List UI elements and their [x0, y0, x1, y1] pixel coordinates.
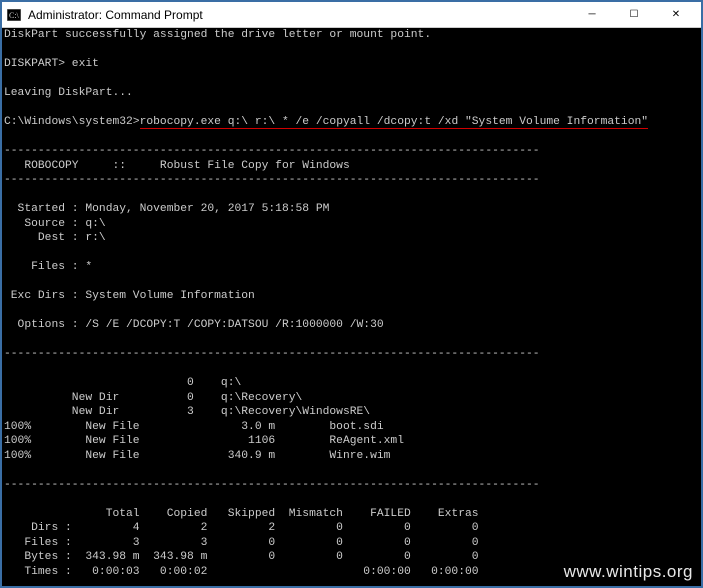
stats-header: Total Copied Skipped Mismatch FAILED Ext…	[4, 508, 479, 520]
dash-line: ----------------------------------------…	[4, 174, 540, 186]
robocopy-header: ROBOCOPY :: Robust File Copy for Windows	[4, 160, 553, 172]
window-controls: ─ ☐ ✕	[571, 3, 697, 27]
maximize-button[interactable]: ☐	[613, 3, 655, 27]
output-line: New Dir 0 q:\Recovery\	[4, 392, 302, 404]
output-line: Dest : r:\	[4, 232, 106, 244]
output-line: New Dir 3 q:\Recovery\WindowsRE\	[4, 406, 370, 418]
cmd-icon: C:\	[6, 7, 22, 23]
output-line: 100% New File 3.0 m boot.sdi	[4, 421, 384, 433]
output-line: 0 q:\	[4, 377, 241, 389]
close-button[interactable]: ✕	[655, 3, 697, 27]
terminal-output[interactable]: DiskPart successfully assigned the drive…	[2, 28, 701, 586]
output-line: Leaving DiskPart...	[4, 87, 133, 99]
output-line: Options : /S /E /DCOPY:T /COPY:DATSOU /R…	[4, 319, 390, 331]
minimize-button[interactable]: ─	[571, 3, 613, 27]
output-line: DISKPART> exit	[4, 58, 99, 70]
command-prompt-window: C:\ Administrator: Command Prompt ─ ☐ ✕ …	[0, 0, 703, 588]
dash-line: ----------------------------------------…	[4, 348, 540, 360]
window-title: Administrator: Command Prompt	[28, 8, 571, 22]
stats-files: Files : 3 3 0 0 0 0	[4, 537, 479, 549]
stats-times: Times : 0:00:03 0:00:02 0:00:00 0:00:00	[4, 566, 479, 578]
output-line: Started : Monday, November 20, 2017 5:18…	[4, 203, 329, 215]
stats-bytes: Bytes : 343.98 m 343.98 m 0 0 0 0	[4, 551, 479, 563]
dash-line: ----------------------------------------…	[4, 145, 540, 157]
output-line: Files : *	[4, 261, 92, 273]
output-line: Exc Dirs : System Volume Information	[4, 290, 255, 302]
robocopy-command: robocopy.exe q:\ r:\ * /e /copyall /dcop…	[140, 116, 648, 129]
svg-text:C:\: C:\	[9, 11, 20, 20]
watermark-text: www.wintips.org	[564, 562, 693, 582]
output-line: DiskPart successfully assigned the drive…	[4, 29, 431, 41]
titlebar[interactable]: C:\ Administrator: Command Prompt ─ ☐ ✕	[2, 2, 701, 28]
output-line: 100% New File 340.9 m Winre.wim	[4, 450, 390, 462]
stats-dirs: Dirs : 4 2 2 0 0 0	[4, 522, 479, 534]
output-line: 100% New File 1106 ReAgent.xml	[4, 435, 404, 447]
prompt-path: C:\Windows\system32>	[4, 116, 140, 128]
output-line: Source : q:\	[4, 218, 106, 230]
dash-line: ----------------------------------------…	[4, 479, 540, 491]
